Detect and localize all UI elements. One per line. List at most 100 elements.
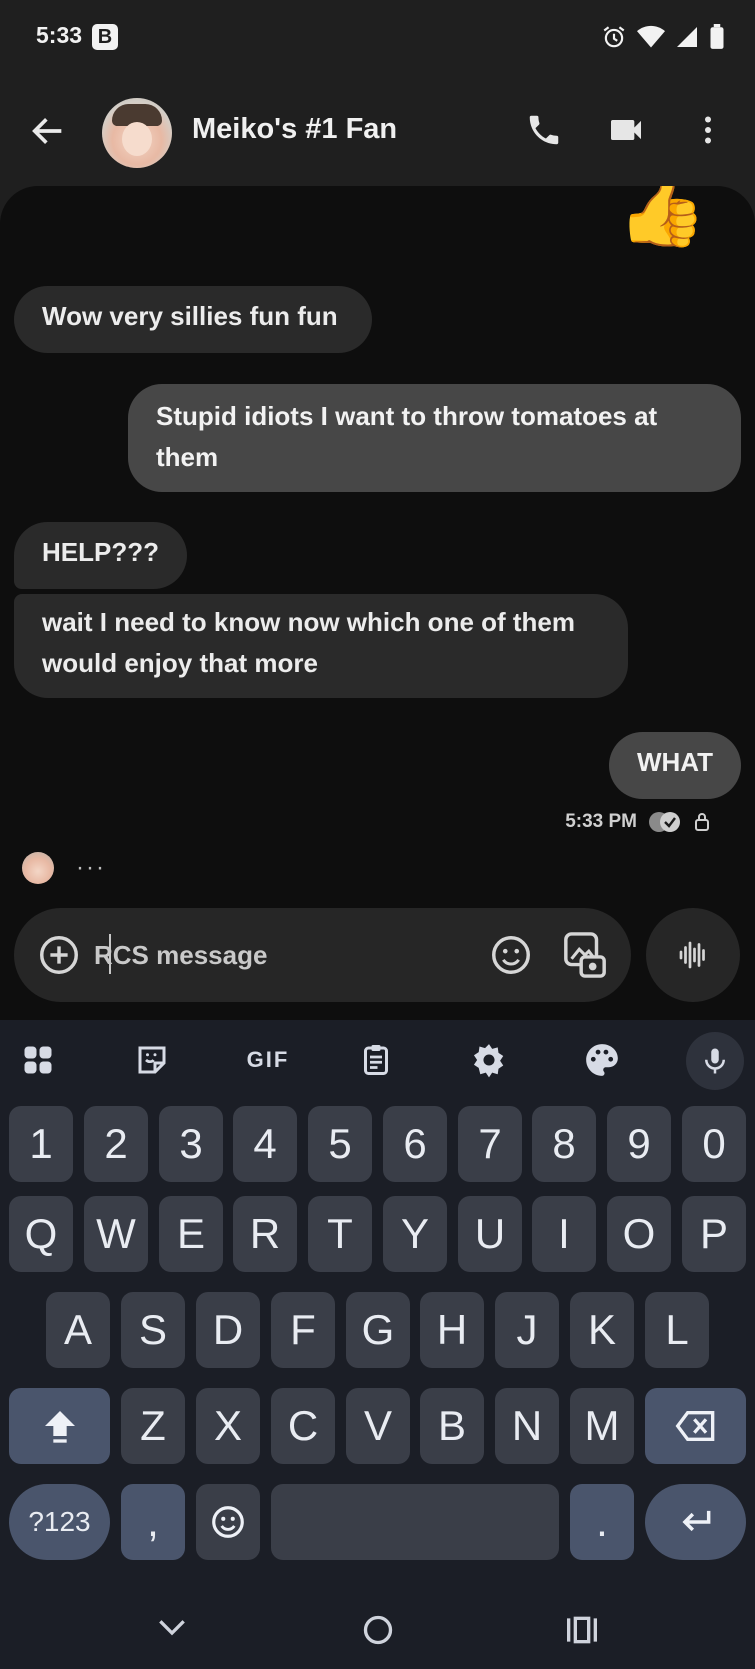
add-circle-icon xyxy=(40,936,78,974)
battery-icon xyxy=(710,24,724,49)
key-p[interactable]: P xyxy=(682,1196,746,1272)
key-o[interactable]: O xyxy=(607,1196,671,1272)
back-button[interactable] xyxy=(28,111,68,151)
theme-button[interactable] xyxy=(578,1036,626,1084)
voice-message-button[interactable] xyxy=(646,908,740,1002)
video-call-button[interactable] xyxy=(602,106,650,154)
message-status-row: 5:33 PM xyxy=(565,810,711,834)
key-c[interactable]: C xyxy=(271,1388,335,1464)
enter-key[interactable] xyxy=(645,1484,746,1560)
status-bar: 5:33 B xyxy=(0,0,755,76)
key-m[interactable]: M xyxy=(570,1388,634,1464)
hide-keyboard-button[interactable] xyxy=(152,1608,192,1648)
key-l[interactable]: L xyxy=(645,1292,709,1368)
sticker-button[interactable] xyxy=(128,1036,176,1084)
key-6[interactable]: 6 xyxy=(383,1106,447,1182)
key-3[interactable]: 3 xyxy=(159,1106,223,1182)
key-r[interactable]: R xyxy=(233,1196,297,1272)
system-nav-bar xyxy=(0,1594,755,1669)
mic-icon xyxy=(705,1048,725,1074)
emoji-button[interactable] xyxy=(488,932,534,978)
key-f[interactable]: F xyxy=(271,1292,335,1368)
call-button[interactable] xyxy=(520,106,568,154)
key-b[interactable]: B xyxy=(420,1388,484,1464)
key-2[interactable]: 2 xyxy=(84,1106,148,1182)
key-n[interactable]: N xyxy=(495,1388,559,1464)
keyboard-settings-button[interactable] xyxy=(465,1036,513,1084)
message-text: HELP??? xyxy=(42,537,159,567)
clipboard-button[interactable] xyxy=(352,1036,400,1084)
message-input[interactable] xyxy=(94,936,474,974)
key-y[interactable]: Y xyxy=(383,1196,447,1272)
key-a[interactable]: A xyxy=(46,1292,110,1368)
keyboard-toolbar: GIF xyxy=(0,1020,755,1100)
key-w[interactable]: W xyxy=(84,1196,148,1272)
emoji-key[interactable] xyxy=(196,1484,260,1560)
key-4[interactable]: 4 xyxy=(233,1106,297,1182)
emoji-icon xyxy=(212,1506,244,1538)
key-d[interactable]: D xyxy=(196,1292,260,1368)
symbols-key[interactable]: ?123 xyxy=(9,1484,110,1560)
key-k[interactable]: K xyxy=(570,1292,634,1368)
key-8[interactable]: 8 xyxy=(532,1106,596,1182)
shift-key[interactable] xyxy=(9,1388,110,1464)
backspace-icon xyxy=(675,1411,714,1441)
key-e[interactable]: E xyxy=(159,1196,223,1272)
gallery-icon xyxy=(564,932,606,978)
key-q[interactable]: Q xyxy=(9,1196,73,1272)
key-9[interactable]: 9 xyxy=(607,1106,671,1182)
period-key[interactable]: . xyxy=(570,1484,634,1560)
key-z[interactable]: Z xyxy=(121,1388,185,1464)
chevron-down-icon xyxy=(159,1620,185,1636)
backspace-key[interactable] xyxy=(645,1388,746,1464)
more-vert-icon xyxy=(705,116,711,144)
conversation-panel[interactable]: 👍 Wow very sillies fun fun Stupid idiots… xyxy=(0,186,755,1020)
message-text: Stupid idiots I want to throw tomatoes a… xyxy=(156,401,658,472)
home-circle-icon xyxy=(363,1615,393,1645)
status-icons xyxy=(601,24,725,50)
shift-icon xyxy=(44,1411,75,1443)
palette-icon xyxy=(586,1044,618,1076)
message-text: WHAT xyxy=(636,747,713,777)
attach-button[interactable] xyxy=(36,932,82,978)
key-7[interactable]: 7 xyxy=(458,1106,522,1182)
key-5[interactable]: 5 xyxy=(308,1106,372,1182)
thumbs-up-reaction[interactable]: 👍 xyxy=(617,186,707,246)
key-1[interactable]: 1 xyxy=(9,1106,73,1182)
typing-avatar xyxy=(22,852,54,884)
message-timestamp: 5:33 PM xyxy=(565,811,637,832)
wifi-icon xyxy=(637,25,665,48)
recents-button[interactable] xyxy=(562,1610,602,1650)
settings-icon xyxy=(473,1044,504,1078)
home-button[interactable] xyxy=(358,1610,398,1650)
key-x[interactable]: X xyxy=(196,1388,260,1464)
key-g[interactable]: G xyxy=(346,1292,410,1368)
key-s[interactable]: S xyxy=(121,1292,185,1368)
message-bubble-outgoing[interactable]: Stupid idiots I want to throw tomatoes a… xyxy=(128,384,741,492)
key-0[interactable]: 0 xyxy=(682,1106,746,1182)
enter-icon xyxy=(681,1510,710,1532)
contact-name[interactable]: Meiko's #1 Fan xyxy=(192,113,397,146)
voice-typing-button[interactable] xyxy=(686,1032,744,1090)
contact-avatar[interactable] xyxy=(102,98,172,168)
keyboard: GIF 1 2 3 4 5 6 7 8 9 0 Q W E R T Y U I … xyxy=(0,1020,755,1669)
key-t[interactable]: T xyxy=(308,1196,372,1272)
apps-button[interactable] xyxy=(14,1036,62,1084)
video-call-icon xyxy=(611,120,641,140)
key-h[interactable]: H xyxy=(420,1292,484,1368)
key-i[interactable]: I xyxy=(532,1196,596,1272)
message-bubble-outgoing[interactable]: WHAT xyxy=(608,732,741,799)
space-key[interactable] xyxy=(271,1484,559,1560)
waveform-icon xyxy=(679,941,705,969)
more-options-button[interactable] xyxy=(684,106,732,154)
gif-button[interactable]: GIF xyxy=(240,1036,296,1084)
message-bubble-incoming[interactable]: HELP??? xyxy=(14,522,187,589)
message-bubble-incoming[interactable]: Wow very sillies fun fun xyxy=(14,286,372,353)
gallery-button[interactable] xyxy=(562,930,608,980)
key-v[interactable]: V xyxy=(346,1388,410,1464)
arrow-back-icon xyxy=(32,118,62,144)
key-u[interactable]: U xyxy=(458,1196,522,1272)
message-bubble-incoming[interactable]: wait I need to know now which one of the… xyxy=(14,594,628,698)
comma-key[interactable]: , xyxy=(121,1484,185,1560)
key-j[interactable]: J xyxy=(495,1292,559,1368)
